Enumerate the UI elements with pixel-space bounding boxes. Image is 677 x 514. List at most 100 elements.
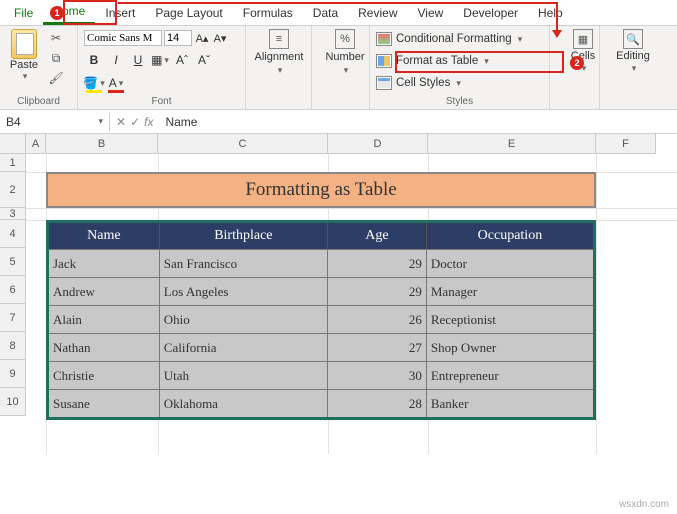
cell[interactable]: 29 bbox=[328, 277, 427, 305]
table-row[interactable]: Alain Ohio 26 Receptionist bbox=[49, 305, 593, 333]
cell[interactable]: San Francisco bbox=[160, 249, 328, 277]
data-table[interactable]: Name Birthplace Age Occupation Jack San … bbox=[46, 220, 596, 420]
editing-icon: 🔍 bbox=[623, 29, 643, 49]
cell[interactable]: Nathan bbox=[49, 333, 160, 361]
cell[interactable]: Andrew bbox=[49, 277, 160, 305]
row-header[interactable]: 3 bbox=[0, 208, 26, 220]
fill-color-button[interactable]: 🪣▾ bbox=[84, 73, 104, 93]
tab-formulas[interactable]: Formulas bbox=[233, 2, 303, 24]
col-header-age[interactable]: Age bbox=[328, 223, 427, 249]
cell[interactable]: Susane bbox=[49, 389, 160, 417]
conditional-formatting-button[interactable]: Conditional Formatting▾ bbox=[376, 29, 543, 49]
row-header[interactable]: 8 bbox=[0, 332, 26, 360]
tab-insert[interactable]: Insert bbox=[95, 2, 145, 24]
format-as-table-button[interactable]: Format as Table▾ bbox=[376, 51, 543, 71]
tab-page-layout[interactable]: Page Layout bbox=[145, 2, 232, 24]
grid[interactable]: A B C D E F Formatting as Table Name Bi bbox=[26, 134, 677, 454]
italic-button[interactable]: I bbox=[106, 50, 126, 70]
tab-help[interactable]: Help bbox=[528, 2, 573, 24]
editing-button[interactable]: 🔍 Editing ▾ bbox=[606, 29, 660, 74]
editing-label: Editing bbox=[616, 50, 650, 62]
cell[interactable]: Entrepreneur bbox=[427, 361, 593, 389]
cell[interactable]: Los Angeles bbox=[160, 277, 328, 305]
cell[interactable]: 30 bbox=[328, 361, 427, 389]
name-box[interactable]: B4 ▾ bbox=[0, 113, 110, 131]
col-header-occ[interactable]: Occupation bbox=[427, 223, 593, 249]
cell[interactable]: Manager bbox=[427, 277, 593, 305]
increase-font-icon[interactable]: Aˆ bbox=[172, 50, 192, 70]
font-color-button[interactable]: A▾ bbox=[106, 73, 126, 93]
row-header[interactable]: 7 bbox=[0, 304, 26, 332]
cell[interactable]: 26 bbox=[328, 305, 427, 333]
decrease-font-icon[interactable]: Aˇ bbox=[194, 50, 214, 70]
cell-styles-icon bbox=[376, 76, 392, 90]
cancel-formula-button[interactable]: ✕ bbox=[116, 115, 126, 129]
cell[interactable]: Ohio bbox=[160, 305, 328, 333]
paste-button[interactable]: Paste ▾ bbox=[6, 29, 42, 87]
number-group-spacer bbox=[318, 96, 363, 109]
increase-font-button[interactable]: A▴ bbox=[194, 29, 210, 47]
select-all-corner[interactable] bbox=[0, 134, 26, 154]
col-header[interactable]: C bbox=[158, 134, 328, 154]
row-header[interactable]: 5 bbox=[0, 248, 26, 276]
col-header[interactable]: B bbox=[46, 134, 158, 154]
cell[interactable]: 29 bbox=[328, 249, 427, 277]
group-number: % Number ▾ bbox=[312, 26, 370, 109]
col-header[interactable]: A bbox=[26, 134, 46, 154]
cell[interactable]: Shop Owner bbox=[427, 333, 593, 361]
col-header[interactable]: D bbox=[328, 134, 428, 154]
cell[interactable]: Doctor bbox=[427, 249, 593, 277]
cell[interactable]: Receptionist bbox=[427, 305, 593, 333]
tab-file[interactable]: File bbox=[4, 2, 43, 24]
formula-bar[interactable]: Name bbox=[159, 113, 677, 131]
font-name-select[interactable] bbox=[84, 30, 162, 46]
table-row[interactable]: Jack San Francisco 29 Doctor bbox=[49, 249, 593, 277]
row-header[interactable]: 1 bbox=[0, 154, 26, 172]
table-row[interactable]: Susane Oklahoma 28 Banker bbox=[49, 389, 593, 417]
row-header[interactable]: 9 bbox=[0, 360, 26, 388]
format-painter-button[interactable]: 🖌 bbox=[46, 69, 66, 87]
tab-review[interactable]: Review bbox=[348, 2, 407, 24]
decrease-font-button[interactable]: A▾ bbox=[212, 29, 228, 47]
percent-icon: % bbox=[335, 29, 355, 49]
cell[interactable]: Oklahoma bbox=[160, 389, 328, 417]
col-header-birth[interactable]: Birthplace bbox=[160, 223, 328, 249]
cell-styles-button[interactable]: Cell Styles▾ bbox=[376, 73, 543, 93]
row-header[interactable]: 4 bbox=[0, 220, 26, 248]
cell[interactable]: Utah bbox=[160, 361, 328, 389]
cell[interactable]: Banker bbox=[427, 389, 593, 417]
col-headers: A B C D E F bbox=[26, 134, 677, 154]
copy-button[interactable]: ⧉ bbox=[46, 49, 66, 67]
cells-label: Cells bbox=[571, 50, 595, 62]
table-row[interactable]: Christie Utah 30 Entrepreneur bbox=[49, 361, 593, 389]
underline-button[interactable]: U bbox=[128, 50, 148, 70]
col-header[interactable]: E bbox=[428, 134, 596, 154]
cell[interactable]: Alain bbox=[49, 305, 160, 333]
bold-button[interactable]: B bbox=[84, 50, 104, 70]
font-size-select[interactable] bbox=[164, 30, 192, 46]
enter-formula-button[interactable]: ✓ bbox=[130, 115, 140, 129]
row-header[interactable]: 10 bbox=[0, 388, 26, 416]
title-cell[interactable]: Formatting as Table bbox=[46, 172, 596, 208]
cell[interactable]: Jack bbox=[49, 249, 160, 277]
row-header[interactable]: 6 bbox=[0, 276, 26, 304]
alignment-button[interactable]: ≡ Alignment ▾ bbox=[252, 29, 306, 76]
cell[interactable]: Christie bbox=[49, 361, 160, 389]
cells-area[interactable]: Formatting as Table Name Birthplace Age … bbox=[26, 154, 677, 454]
cell[interactable]: 28 bbox=[328, 389, 427, 417]
cell[interactable]: 27 bbox=[328, 333, 427, 361]
tab-view[interactable]: View bbox=[408, 2, 454, 24]
table-row[interactable]: Nathan California 27 Shop Owner bbox=[49, 333, 593, 361]
cell[interactable]: California bbox=[160, 333, 328, 361]
border-button[interactable]: ▦▾ bbox=[150, 50, 170, 70]
tab-data[interactable]: Data bbox=[303, 2, 348, 24]
col-header[interactable]: F bbox=[596, 134, 656, 154]
tab-developer[interactable]: Developer bbox=[453, 2, 528, 24]
col-header-name[interactable]: Name bbox=[49, 223, 160, 249]
table-row[interactable]: Andrew Los Angeles 29 Manager bbox=[49, 277, 593, 305]
cut-button[interactable]: ✂ bbox=[46, 29, 66, 47]
number-button[interactable]: % Number ▾ bbox=[318, 29, 372, 76]
fx-button[interactable]: fx bbox=[144, 115, 153, 129]
conditional-label: Conditional Formatting bbox=[396, 33, 512, 45]
row-header[interactable]: 2 bbox=[0, 172, 26, 208]
